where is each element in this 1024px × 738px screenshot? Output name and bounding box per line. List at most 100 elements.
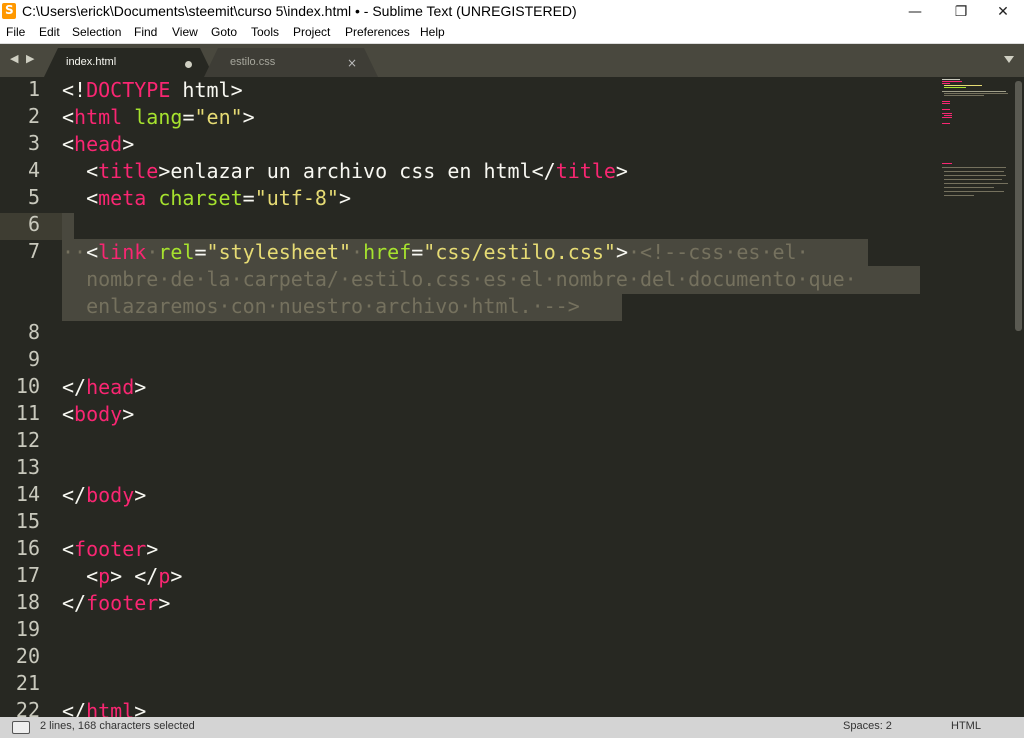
code-line[interactable]: <footer> bbox=[62, 536, 158, 563]
close-button[interactable]: ✕ bbox=[982, 0, 1024, 23]
minimap-line bbox=[942, 83, 950, 84]
chevron-down-icon[interactable] bbox=[1004, 56, 1014, 63]
code-token: < bbox=[62, 132, 75, 156]
code-token: title bbox=[555, 159, 616, 183]
menu-edit[interactable]: Edit bbox=[39, 25, 60, 39]
syntax-status[interactable]: HTML bbox=[951, 720, 981, 732]
code-token: > bbox=[122, 132, 135, 156]
line-number: 17 bbox=[15, 563, 40, 587]
status-bar: 2 lines, 168 characters selected Spaces:… bbox=[0, 717, 1024, 738]
line-number: 15 bbox=[15, 509, 40, 533]
code-token: ·· bbox=[62, 240, 87, 264]
menu-help[interactable]: Help bbox=[420, 25, 445, 39]
code-token: > bbox=[134, 375, 147, 399]
code-token: > bbox=[615, 240, 628, 264]
code-line[interactable]: </html> bbox=[62, 698, 146, 717]
tab-estilo-css[interactable]: estilo.css × bbox=[204, 48, 378, 77]
code-token: < bbox=[62, 159, 99, 183]
menu-find[interactable]: Find bbox=[134, 25, 157, 39]
minimap-line bbox=[944, 175, 1006, 176]
code-line[interactable]: <!DOCTYPE html> bbox=[62, 77, 243, 104]
code-token: > bbox=[146, 537, 159, 561]
code-token: body bbox=[74, 402, 123, 426]
menu-selection[interactable]: Selection bbox=[72, 25, 121, 39]
minimap-line bbox=[942, 103, 950, 104]
tab-nav-arrows[interactable]: ◀ ▶ bbox=[10, 52, 36, 65]
code-token: rel bbox=[158, 240, 195, 264]
menu-tools[interactable]: Tools bbox=[251, 25, 279, 39]
minimap-line bbox=[944, 93, 1008, 94]
code-line[interactable]: </body> bbox=[62, 482, 146, 509]
minimap-line bbox=[942, 79, 960, 80]
code-line[interactable]: <p> </p> bbox=[62, 563, 182, 590]
tab-index-html[interactable]: index.html bbox=[44, 48, 214, 77]
maximize-button[interactable]: ❐ bbox=[940, 0, 982, 23]
code-line[interactable]: </footer> bbox=[62, 590, 170, 617]
close-icon[interactable]: × bbox=[347, 56, 357, 70]
menu-project[interactable]: Project bbox=[293, 25, 330, 39]
code-token: charset bbox=[158, 186, 243, 210]
code-token: body bbox=[86, 483, 135, 507]
code-token: enlazaremos·con·nuestro·archivo·html.·--… bbox=[62, 294, 580, 318]
menu-goto[interactable]: Goto bbox=[211, 25, 237, 39]
minimap-line bbox=[944, 171, 1004, 172]
vertical-scrollbar[interactable] bbox=[1015, 81, 1022, 331]
code-token: < bbox=[62, 537, 75, 561]
line-number: 6 bbox=[27, 212, 40, 236]
minimap-line bbox=[944, 95, 984, 96]
unsaved-dot-icon[interactable] bbox=[185, 61, 192, 68]
code-token: <! bbox=[62, 78, 87, 102]
code-line[interactable]: <meta charset="utf-8"> bbox=[62, 185, 351, 212]
code-token: > bbox=[338, 186, 352, 210]
line-number: 1 bbox=[27, 77, 40, 101]
code-line[interactable]: nombre·de·la·carpeta/·estilo.css·es·el·n… bbox=[62, 266, 857, 293]
tab-label: index.html bbox=[66, 56, 117, 68]
code-token: </ bbox=[62, 699, 87, 717]
code-token: title bbox=[98, 159, 159, 183]
menu-file[interactable]: File bbox=[6, 25, 25, 39]
code-token: = bbox=[411, 240, 424, 264]
line-number: 21 bbox=[15, 671, 40, 695]
code-editor[interactable]: 1 2 3 4 5 6 7 8 9 10 11 12 13 14 15 16 17 18 19 20 21 22 <!DO… bbox=[0, 77, 1024, 717]
code-token: >enlazar un archivo css en html</ bbox=[158, 159, 556, 183]
indentation-status[interactable]: Spaces: 2 bbox=[843, 720, 892, 732]
minimap-line bbox=[942, 109, 950, 110]
code-token: head bbox=[86, 375, 135, 399]
panel-toggle-icon[interactable] bbox=[12, 721, 30, 734]
line-number: 10 bbox=[15, 374, 40, 398]
code-token: ·<!--css·es·el· bbox=[628, 240, 809, 264]
code-token: "stylesheet" bbox=[206, 240, 352, 264]
code-token: > bbox=[615, 159, 628, 183]
code-line[interactable]: <head> bbox=[62, 131, 134, 158]
line-number: 4 bbox=[27, 158, 40, 182]
code-token: </ bbox=[62, 375, 87, 399]
minimize-button[interactable]: — bbox=[894, 0, 936, 23]
code-line[interactable]: <title>enlazar un archivo css en html</t… bbox=[62, 158, 628, 185]
minimap-line bbox=[944, 183, 1008, 184]
code-line[interactable]: ··<link·rel="stylesheet"·href="css/estil… bbox=[62, 239, 809, 266]
sublime-text-icon bbox=[2, 3, 16, 19]
code-line[interactable]: enlazaremos·con·nuestro·archivo·html.·--… bbox=[62, 293, 580, 320]
line-number: 5 bbox=[27, 185, 40, 209]
minimap-line bbox=[942, 91, 1006, 92]
minimap[interactable] bbox=[940, 77, 1010, 277]
line-number: 20 bbox=[15, 644, 40, 668]
code-token: > bbox=[134, 699, 147, 717]
minimap-line bbox=[942, 163, 952, 164]
code-line[interactable]: <html lang="en"> bbox=[62, 104, 255, 131]
minimap-line bbox=[942, 101, 950, 102]
menu-view[interactable]: View bbox=[172, 25, 198, 39]
code-token: DOCTYPE bbox=[86, 78, 171, 102]
minimap-line bbox=[944, 195, 974, 196]
code-token: > </ bbox=[110, 564, 159, 588]
menu-preferences[interactable]: Preferences bbox=[345, 25, 410, 39]
code-token: p bbox=[98, 564, 111, 588]
code-token: > bbox=[158, 591, 171, 615]
code-line[interactable]: <body> bbox=[62, 401, 134, 428]
minimap-line bbox=[944, 85, 982, 86]
code-token: footer bbox=[74, 537, 147, 561]
code-token: </ bbox=[62, 591, 87, 615]
code-line[interactable]: </head> bbox=[62, 374, 146, 401]
